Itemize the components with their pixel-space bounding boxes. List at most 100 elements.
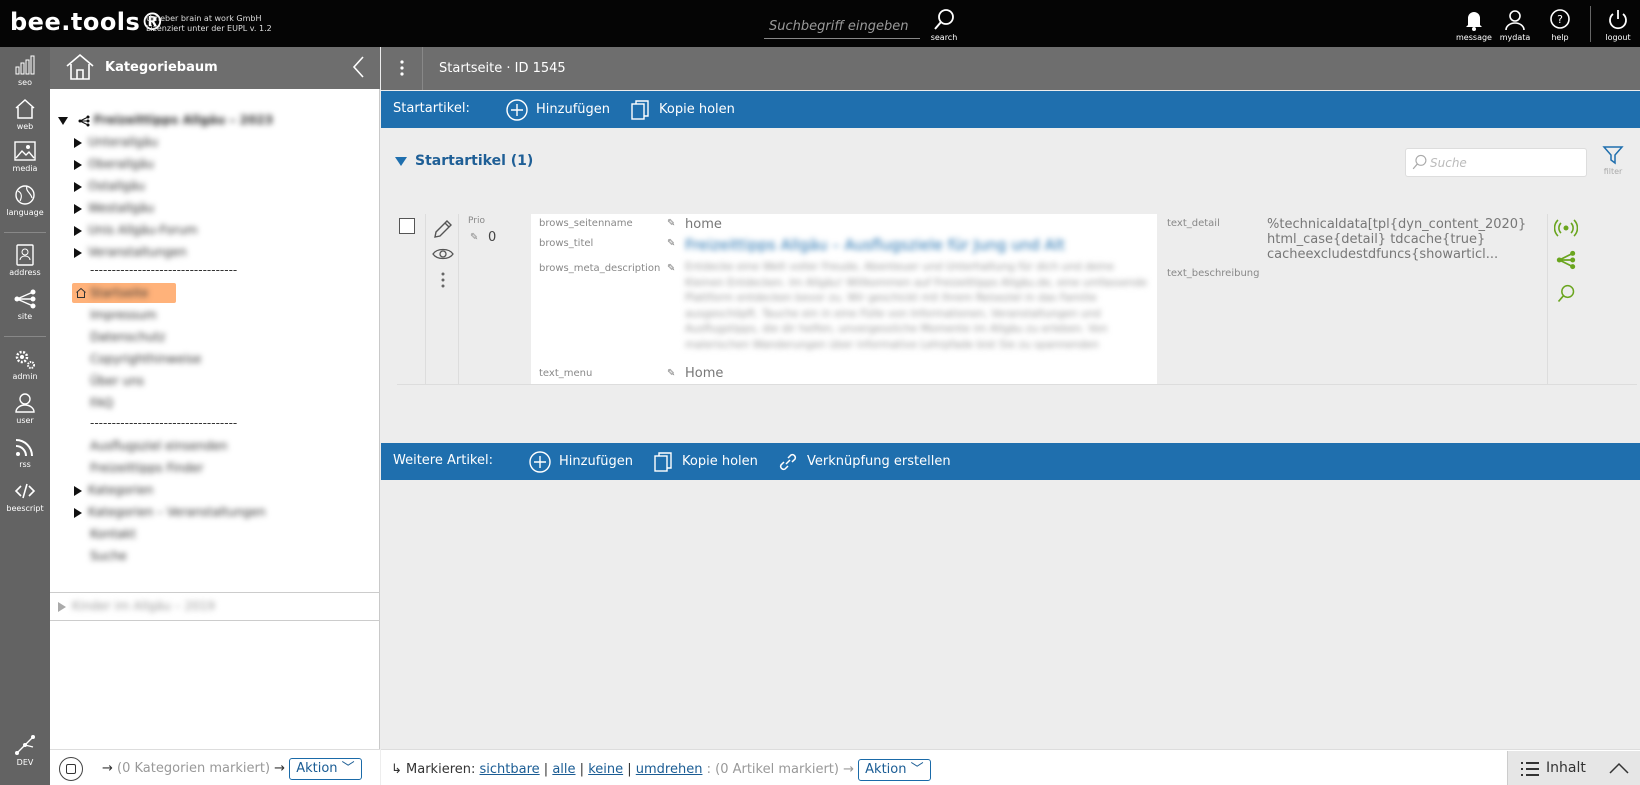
article-checkbox[interactable] — [399, 218, 415, 234]
nav-seo[interactable]: seo — [0, 53, 50, 97]
more-options-icon[interactable] — [438, 270, 448, 292]
mark-all-link[interactable]: alle — [552, 762, 575, 777]
tree-action-dropdown[interactable]: Aktion ﹀ — [289, 758, 362, 780]
collapse-chevron-icon[interactable] — [350, 55, 368, 79]
tree-node[interactable]: Freizeittipps Finder — [90, 458, 203, 478]
tree-node-label: Oberallgäu — [88, 157, 154, 171]
tree-node-selected[interactable]: Startseite — [72, 283, 176, 303]
brand-logo[interactable]: bee.tools® — [10, 8, 165, 36]
add-startartikel-button[interactable]: Hinzufügen — [506, 97, 610, 122]
article-right-fields: text_detail %technicaldata[tpl{dyn_conte… — [1159, 214, 1547, 384]
tree-node[interactable]: Unterallgäu — [74, 132, 158, 152]
mark-invert-link[interactable]: umdrehen — [636, 762, 703, 777]
tree-node[interactable]: Ostallgäu — [74, 176, 145, 196]
eye-icon[interactable] — [432, 246, 454, 262]
copy-artikel-button[interactable]: Kopie holen — [652, 449, 758, 474]
filter-button[interactable]: filter — [1598, 145, 1628, 181]
tree-node[interactable]: Oberallgäu — [74, 154, 154, 174]
nav-media-label: media — [12, 164, 38, 173]
nav-site[interactable]: site — [0, 287, 50, 331]
arrow-icon: → — [270, 761, 290, 776]
tree-node[interactable]: Ausflugsziel einsenden — [90, 436, 227, 456]
kebab-menu-button[interactable] — [381, 47, 423, 90]
global-search — [764, 14, 920, 39]
article-search — [1405, 148, 1587, 177]
tree-node[interactable]: Kontakt — [90, 524, 136, 544]
nav-beescript-label: beescript — [6, 504, 44, 513]
global-search-input[interactable] — [764, 14, 920, 38]
message-button[interactable]: message — [1452, 6, 1496, 44]
nav-media[interactable]: media — [0, 139, 50, 183]
tree-root-2[interactable]: Kinder im Allgäu – 2019 — [58, 596, 215, 616]
nav-web[interactable]: web — [0, 97, 50, 141]
nav-beescript[interactable]: beescript — [0, 479, 50, 523]
tree-node[interactable]: Suche — [90, 546, 127, 566]
tree-node-label: Ostallgäu — [88, 179, 145, 193]
pencil-icon[interactable]: ✎ — [470, 232, 478, 243]
tree-node[interactable]: Kategorien – Veranstaltungen — [74, 502, 266, 522]
field-key: text_detail — [1167, 218, 1220, 229]
tree-node[interactable]: Westallgäu — [74, 198, 154, 218]
section-title: Startartikel (1) — [415, 153, 534, 169]
image-icon — [14, 141, 36, 161]
create-link-label: Verknüpfung erstellen — [807, 454, 951, 469]
gear-icon — [15, 350, 35, 369]
create-link-button[interactable]: Verknüpfung erstellen — [777, 449, 951, 474]
nav-user[interactable]: user — [0, 391, 50, 435]
pencil-icon[interactable]: ✎ — [667, 368, 675, 379]
field-value-seitenname[interactable]: home — [685, 217, 722, 232]
tree-node[interactable]: Datenschutz — [90, 327, 165, 347]
nav-admin[interactable]: admin — [0, 347, 50, 391]
tree-node[interactable]: FAQ — [90, 393, 113, 413]
field-value-titel[interactable]: Freizeittipps Allgäu – Ausflugsziele für… — [685, 236, 1065, 254]
search-button[interactable]: search — [922, 6, 966, 44]
nav-language[interactable]: language — [0, 183, 50, 227]
add-artikel-button[interactable]: Hinzufügen — [529, 449, 633, 474]
help-button[interactable]: ? help — [1538, 6, 1582, 44]
tree-node[interactable]: Copyrighthinweise — [90, 349, 201, 369]
mydata-button[interactable]: mydata — [1493, 6, 1537, 44]
broadcast-icon[interactable] — [1554, 218, 1578, 238]
tree-node[interactable]: Über uns — [90, 371, 144, 391]
pencil-icon[interactable]: ✎ — [667, 218, 675, 229]
mark-visible-link[interactable]: sichtbare — [480, 762, 540, 777]
field-key: text_beschreibung — [1167, 268, 1260, 279]
article-action-label: Aktion — [865, 762, 907, 777]
tree-divider — [50, 620, 380, 621]
field-value-menu[interactable]: Home — [685, 366, 723, 381]
field-value-meta-description[interactable]: Entdecke eine Welt voller Freude, Abente… — [685, 260, 1151, 355]
nav-address[interactable]: address — [0, 243, 50, 287]
tree-root[interactable]: Freizeittipps Allgäu – 2023 — [58, 110, 273, 130]
topbar-divider — [1590, 6, 1591, 42]
startartikel-bar-label: Startartikel: — [393, 101, 470, 116]
article-search-input[interactable] — [1430, 153, 1580, 173]
copy-startartikel-button[interactable]: Kopie holen — [629, 97, 735, 122]
pencil-icon[interactable]: ✎ — [667, 238, 675, 249]
article-action-dropdown[interactable]: Aktion ﹀ — [858, 759, 931, 781]
tree-node-label: Ausflugsziel einsenden — [90, 439, 228, 453]
inhalt-label: Inhalt — [1546, 760, 1586, 776]
search-icon[interactable] — [1556, 284, 1576, 304]
field-value-text-detail[interactable]: %technicaldata[tpl{dyn_content_2020} htm… — [1267, 217, 1526, 262]
mark-controls: ↳ Markieren: sichtbare | alle | keine | … — [391, 759, 931, 781]
copy-label: Kopie holen — [682, 454, 758, 469]
tree-node[interactable]: Impressum — [90, 305, 157, 325]
sitemap-icon[interactable] — [1556, 250, 1576, 270]
sitemap-icon — [14, 289, 36, 309]
section-toggle[interactable]: Startartikel (1) — [395, 153, 533, 169]
globe-icon — [15, 185, 35, 205]
inhalt-toggle[interactable]: Inhalt — [1507, 751, 1640, 785]
tree-node[interactable]: Kategorien — [74, 480, 153, 500]
logout-button[interactable]: logout — [1596, 6, 1640, 44]
tree-node[interactable]: Veranstaltungen — [74, 242, 187, 262]
tree-node[interactable]: Unis Allgäu-Forum — [74, 220, 198, 240]
nav-rss[interactable]: rss — [0, 435, 50, 479]
select-all-categories-button[interactable] — [59, 757, 83, 781]
nav-dev[interactable]: DEV — [0, 733, 50, 777]
pencil-icon[interactable]: ✎ — [667, 263, 675, 274]
pencil-icon[interactable] — [432, 218, 454, 240]
home-icon[interactable] — [64, 51, 96, 83]
license-line-1: Urheber brain at work GmbH — [146, 14, 262, 23]
category-tree-panel: Kategoriebaum Freizeittipps Allgäu – 202… — [50, 47, 380, 785]
mark-none-link[interactable]: keine — [588, 762, 623, 777]
